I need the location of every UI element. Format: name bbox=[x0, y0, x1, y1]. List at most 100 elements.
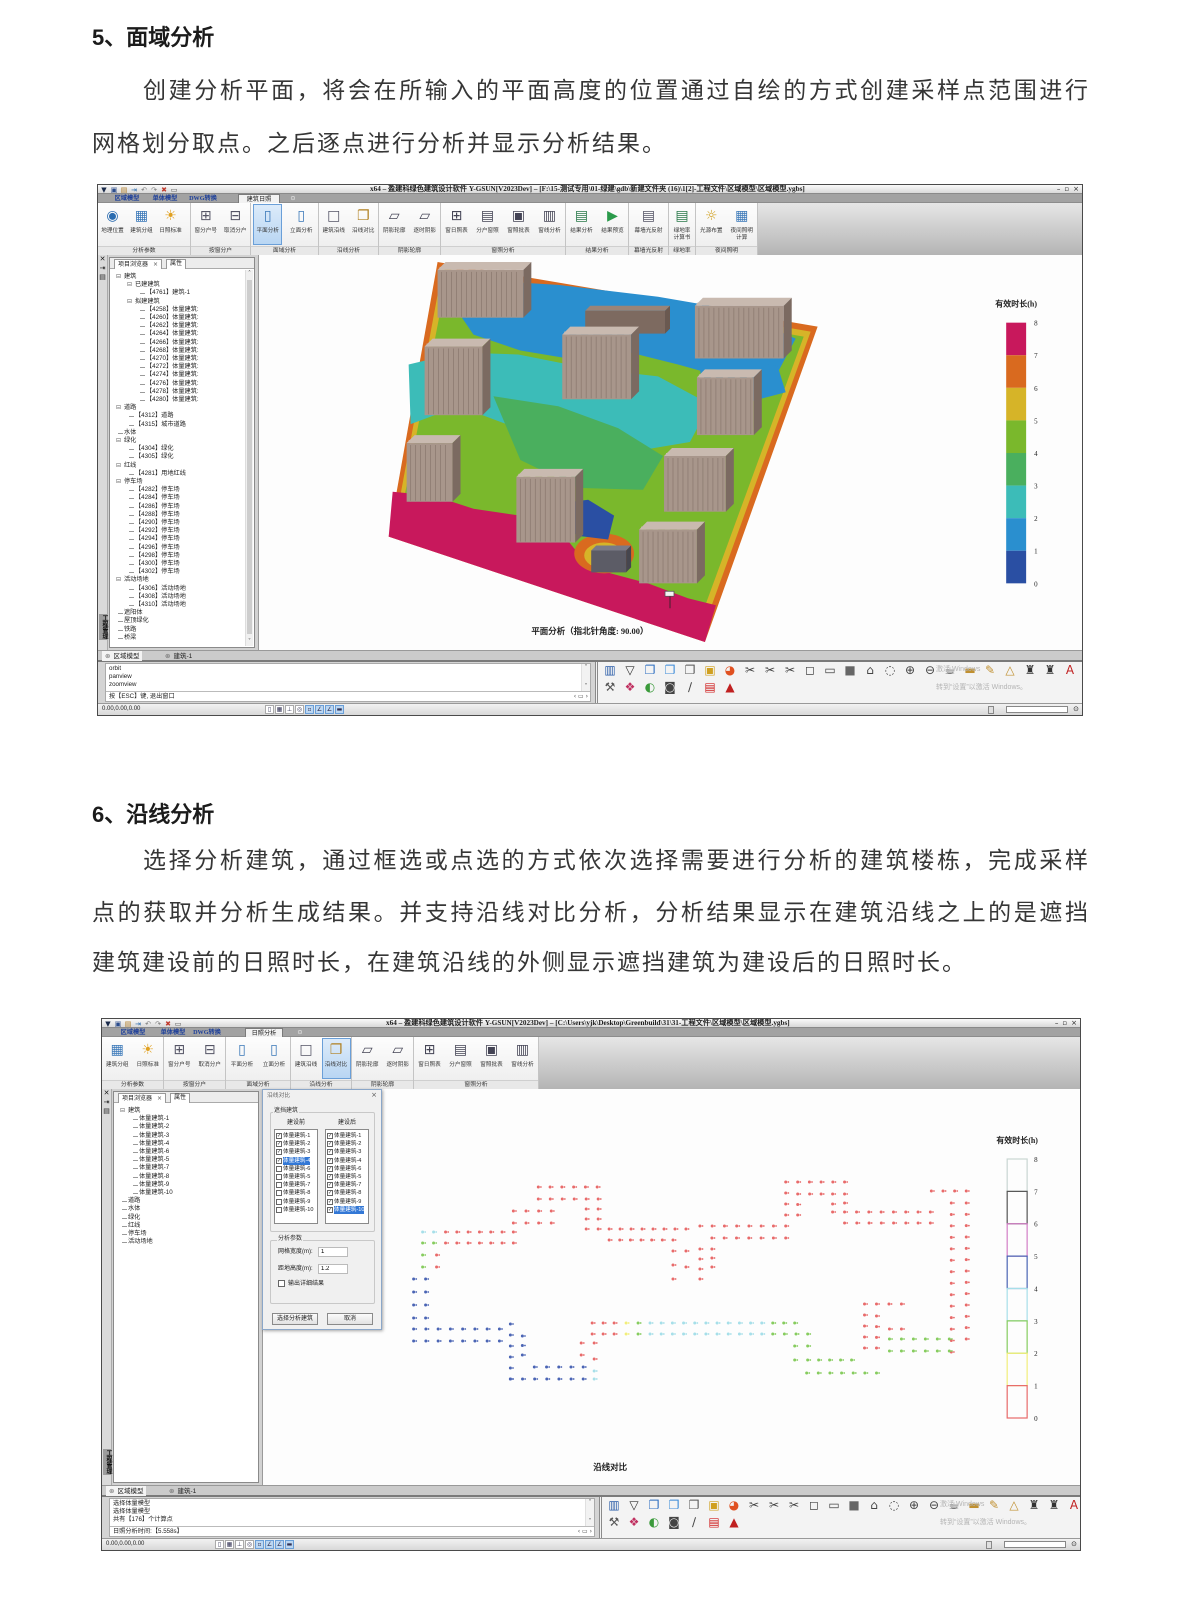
delete-icon[interactable]: ✖ bbox=[160, 186, 168, 194]
result-analysis-button[interactable]: ▤ 结果分析 bbox=[567, 204, 596, 245]
print-icon[interactable]: ▭ bbox=[170, 186, 178, 194]
green-ratio-button[interactable]: ▤ 绿地率 计算书 bbox=[670, 204, 695, 245]
window-batch-button[interactable]: ▣ 窗照批表 bbox=[504, 204, 533, 245]
collapse-icon[interactable]: ⊟ bbox=[116, 576, 121, 584]
checkbox[interactable]: ✓ bbox=[276, 1149, 282, 1156]
after-buildings-list[interactable]: ✓ 体量建筑-1 ✓ 体量建筑-2 ✓ 体量建筑-3 ✓ 体量建筑-4 ✓ 体量建筑-6 ✓ 体量建筑… bbox=[325, 1129, 369, 1224]
command-scrollbar[interactable]: ˄ ˅ bbox=[585, 1499, 594, 1526]
checkbox[interactable]: ✓ bbox=[327, 1157, 333, 1164]
restore-icon[interactable]: ▫ bbox=[1062, 1019, 1067, 1028]
track-toggle-icon[interactable]: ∠ bbox=[265, 1540, 274, 1549]
building-list-item[interactable]: 体量建筑-7 bbox=[276, 1181, 310, 1189]
pdf-icon[interactable]: ▤ bbox=[701, 680, 719, 695]
snap-toggle-icon[interactable]: ▦ bbox=[225, 1540, 234, 1549]
building-list-item[interactable]: ✓ 体量建筑-4 bbox=[327, 1157, 361, 1165]
restore-icon[interactable]: ▫ bbox=[1064, 185, 1069, 194]
command-prompt[interactable]: 日照分析时间:【5.558s】 bbox=[110, 1526, 594, 1536]
tree-item[interactable]: 【4761】建筑-1 bbox=[139, 289, 190, 297]
window-cancel-button[interactable]: ⊟ 取消分户 bbox=[221, 204, 250, 245]
light-source-button[interactable]: ☼ 光源布置 bbox=[697, 204, 726, 245]
layout-toggle[interactable] bbox=[988, 706, 994, 714]
snap-toggle-icon[interactable]: ▦ bbox=[275, 705, 284, 714]
project-manager-tab[interactable]: 工程管理 bbox=[103, 1449, 111, 1475]
slope-icon[interactable]: ∕ bbox=[685, 1515, 703, 1530]
redo-icon[interactable]: ↷ bbox=[150, 186, 158, 194]
checkbox[interactable] bbox=[276, 1190, 282, 1197]
text-style-icon[interactable]: A bbox=[1061, 663, 1079, 678]
model-viewport[interactable]: 沿线对比 有效时长(h) 8 7 6 5 4 3 2 1 0 bbox=[263, 1089, 1080, 1485]
triangle-ruler-icon[interactable]: △ bbox=[1005, 1498, 1023, 1513]
app-logo-icon[interactable]: ▼ bbox=[100, 186, 108, 194]
tree-item[interactable]: 【4281】用地红线 bbox=[129, 470, 186, 478]
tree-item[interactable]: 活动场地 bbox=[122, 1238, 153, 1246]
ribbon-tab-active[interactable]: 日照分析 bbox=[245, 1028, 283, 1037]
checkbox[interactable]: ✓ bbox=[327, 1149, 333, 1156]
lineweight-toggle-icon[interactable]: ▬ bbox=[285, 1540, 294, 1549]
close-panel-icon[interactable]: ✕ bbox=[98, 255, 107, 264]
tree-item[interactable]: 【4264】体量建筑: bbox=[140, 330, 199, 338]
save-as-icon[interactable]: ▤ bbox=[120, 186, 128, 194]
zoom-slider[interactable] bbox=[1006, 706, 1068, 713]
scroll-down-icon[interactable]: ˅ bbox=[582, 683, 590, 691]
command-scrollbar[interactable]: ˄ ˅ bbox=[581, 664, 590, 691]
tree-item[interactable]: 屋顶绿化 bbox=[118, 617, 149, 625]
building-list-item[interactable]: ✓ 体量建筑-9 bbox=[327, 1198, 361, 1206]
pencil-ruler-icon[interactable]: ✎ bbox=[981, 663, 999, 678]
sun-standard-button[interactable]: ☀ 日照标准 bbox=[156, 204, 185, 245]
tree-item[interactable]: 体量建筑-7 bbox=[132, 1164, 169, 1172]
checkbox[interactable]: ✓ bbox=[327, 1198, 333, 1205]
window-line-button[interactable]: ▥ 窗线分析 bbox=[535, 204, 564, 245]
print-icon[interactable]: ▭ bbox=[174, 1020, 182, 1028]
horizontal-scroll-icon[interactable]: ‹ ▭ › bbox=[574, 694, 588, 700]
building-group-button[interactable]: ▦ 建筑分组 bbox=[127, 204, 156, 245]
collapse-icon[interactable]: ⊟ bbox=[116, 404, 121, 412]
tab-project-browser[interactable]: 项目浏览器 × bbox=[118, 1093, 167, 1103]
copy-gray-icon[interactable]: ❐ bbox=[685, 1498, 703, 1513]
tree-item[interactable]: 体量建筑-9 bbox=[132, 1181, 169, 1189]
shadow-outline-button[interactable]: ▱ 阴影轮廓 bbox=[380, 204, 409, 245]
close-tab-icon[interactable]: × bbox=[157, 1095, 162, 1102]
collapse-icon[interactable]: ⊟ bbox=[127, 281, 132, 289]
collapse-icon[interactable]: ⊟ bbox=[116, 462, 121, 470]
close-tab-icon[interactable]: × bbox=[153, 261, 158, 268]
tree-item[interactable]: 【4272】体量建筑: bbox=[140, 363, 199, 371]
redo-icon[interactable]: ↷ bbox=[154, 1020, 162, 1028]
scissors-icon[interactable]: ✂ bbox=[745, 1498, 763, 1513]
tree-item[interactable]: 绿化 bbox=[121, 1214, 140, 1222]
pin-panel-icon[interactable]: ⇥ bbox=[98, 264, 107, 273]
building-columns-icon[interactable]: ▥ bbox=[601, 663, 619, 678]
facade-analysis-button[interactable]: ▯ 立面分析 bbox=[287, 204, 316, 245]
building-outline-button[interactable]: □ 建筑沿线 bbox=[292, 1038, 321, 1079]
window-number-button[interactable]: ⊞ 窗分户号 bbox=[191, 204, 220, 245]
slope-icon[interactable]: ∕ bbox=[681, 680, 699, 695]
app-logo-icon[interactable]: ▼ bbox=[104, 1020, 112, 1028]
minimize-icon[interactable]: – bbox=[1057, 185, 1061, 194]
delete-icon[interactable]: ✖ bbox=[164, 1020, 172, 1028]
building-list-item[interactable]: ✓ 体量建筑-7 bbox=[327, 1181, 361, 1189]
tree-item[interactable]: 【4280】体量建筑: bbox=[140, 396, 199, 404]
window-table-button[interactable]: ⊞ 窗日照表 bbox=[415, 1038, 444, 1079]
copy-blue-icon[interactable]: ❐ bbox=[665, 1498, 683, 1513]
polar-toggle-icon[interactable]: ◎ bbox=[245, 1540, 254, 1549]
tree-item[interactable]: 【4274】体量建筑: bbox=[140, 371, 199, 379]
tree-item[interactable]: 遮阳体 bbox=[118, 609, 143, 617]
chain-icon[interactable]: ❖ bbox=[625, 1515, 643, 1530]
tree-item[interactable]: 【4288】停车场 bbox=[129, 511, 180, 519]
wrench-icon[interactable]: ⚒ bbox=[601, 680, 619, 695]
cone-icon[interactable]: ▲ bbox=[725, 1515, 743, 1530]
cube-solid-icon[interactable]: ■ bbox=[845, 1498, 863, 1513]
checkbox[interactable] bbox=[276, 1174, 282, 1180]
checkbox[interactable]: ✓ bbox=[327, 1206, 333, 1213]
zoom-slider[interactable] bbox=[1004, 1541, 1066, 1548]
pdf-icon[interactable]: ▤ bbox=[705, 1515, 723, 1530]
building-list-item[interactable]: 体量建筑-8 bbox=[276, 1189, 310, 1197]
checkbox[interactable] bbox=[276, 1165, 282, 1172]
checkbox[interactable]: ✓ bbox=[276, 1157, 282, 1164]
tree-item[interactable]: 【4312】道路 bbox=[129, 412, 174, 420]
command-window[interactable]: 选择体量模型 选择体量模型 共有【176】个计算点 ˄ ˅ 日照分析时间:【5.55… bbox=[109, 1498, 595, 1537]
tab-project-browser[interactable]: 项目浏览器 × bbox=[114, 259, 163, 269]
antenna-tower-icon[interactable]: ♜ bbox=[1041, 663, 1059, 678]
tab-properties[interactable]: 属性 bbox=[166, 259, 187, 269]
building-list-item[interactable]: ✓ 体量建筑-1 bbox=[327, 1132, 361, 1140]
undo-icon[interactable]: ↶ bbox=[140, 186, 148, 194]
